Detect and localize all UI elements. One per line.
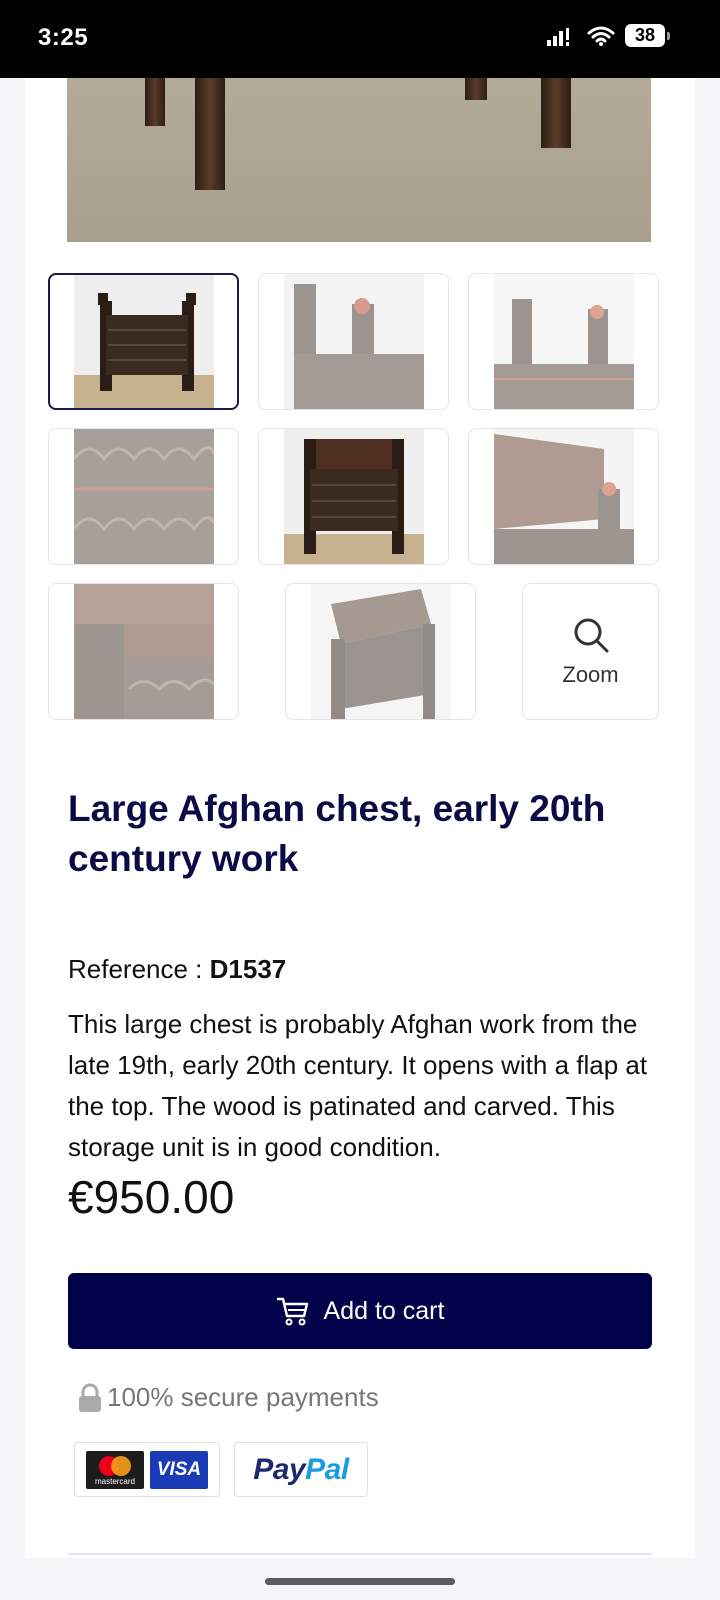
interior-photo xyxy=(73,584,214,719)
status-bar: 3:25 38 xyxy=(0,0,720,78)
product-title: Large Afghan chest, early 20th century w… xyxy=(68,788,606,879)
secure-payments: 100% secure payments xyxy=(77,1382,379,1413)
wifi-icon xyxy=(587,26,615,46)
reference-label: Reference : xyxy=(68,954,203,984)
zoom-button[interactable]: Zoom xyxy=(522,583,659,720)
battery-icon: 38 xyxy=(625,24,670,47)
thumbnail-4[interactable] xyxy=(48,428,239,565)
thumbnail-6[interactable] xyxy=(468,428,659,565)
product-description: This large chest is probably Afghan work… xyxy=(68,1009,648,1162)
visa-logo: VISA xyxy=(150,1450,208,1489)
paypal-badge: PayPal xyxy=(234,1442,368,1497)
reference-value: D1537 xyxy=(209,954,287,984)
main-product-image[interactable] xyxy=(67,78,651,242)
thumbnail-7[interactable] xyxy=(48,583,239,720)
cart-icon xyxy=(276,1297,308,1326)
paypal-logo: PayPal xyxy=(253,1452,349,1486)
lid-open-photo xyxy=(493,429,634,564)
product-reference: Reference : D1537 xyxy=(68,954,286,985)
chest-corner-photo xyxy=(493,274,634,409)
thumbnail-1[interactable] xyxy=(48,273,239,410)
chest-front-photo xyxy=(73,275,214,408)
chest-open-photo xyxy=(283,429,424,564)
status-icons: 38 xyxy=(547,24,670,47)
carving-detail-photo xyxy=(73,429,214,564)
angled-open-photo xyxy=(310,584,451,719)
thumbnail-3[interactable] xyxy=(468,273,659,410)
product-price: €950.00 xyxy=(68,1171,235,1223)
card-payments-badge: mastercard VISA xyxy=(74,1442,220,1497)
mastercard-logo: mastercard xyxy=(86,1450,144,1489)
thumbnail-8[interactable] xyxy=(285,583,476,720)
search-icon xyxy=(574,618,608,652)
product-page: Zoom Large Afghan chest, early 20th cent… xyxy=(25,78,695,1558)
zoom-label: Zoom xyxy=(562,661,619,687)
secure-payments-text: 100% secure payments xyxy=(107,1382,379,1412)
section-divider xyxy=(68,1553,652,1555)
battery-level: 38 xyxy=(625,24,665,47)
status-time: 3:25 xyxy=(38,24,89,51)
add-to-cart-label: Add to cart xyxy=(323,1296,445,1325)
lock-icon xyxy=(79,1383,101,1412)
thumbnail-5[interactable] xyxy=(258,428,449,565)
thumbnail-2[interactable] xyxy=(258,273,449,410)
chest-detail-photo xyxy=(283,274,424,409)
add-to-cart-button[interactable]: Add to cart xyxy=(68,1273,652,1349)
home-indicator[interactable] xyxy=(265,1578,455,1585)
cellular-signal-icon xyxy=(547,27,569,46)
